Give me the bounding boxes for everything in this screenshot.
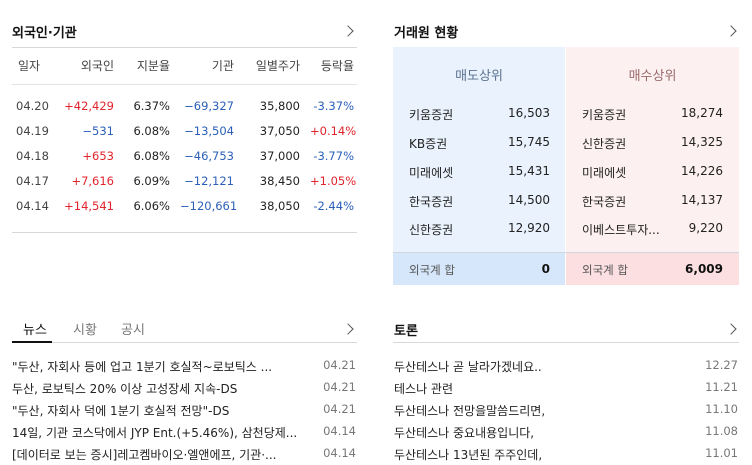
divider [12, 47, 357, 48]
discussion-date: 11.10 [705, 402, 738, 416]
chevron-right-icon[interactable] [725, 323, 737, 335]
discussion-title[interactable]: 테스나 관련 [394, 380, 684, 397]
header-price: 일별주가 [255, 59, 300, 73]
brokers-title: 거래원 현황 [394, 26, 459, 41]
tab-disclosure[interactable]: 공시 [121, 319, 145, 338]
chevron-right-icon[interactable] [342, 323, 354, 335]
foreign-inst-title: 외국인·기관 [12, 26, 77, 41]
sell-broker-name[interactable]: KB증권 [409, 135, 447, 152]
row-foreign: +14,541 [64, 199, 114, 213]
header-foreign: 외국인 [80, 59, 114, 73]
sell-broker-value: 12,920 [508, 221, 550, 235]
row-date: 04.20 [16, 99, 49, 113]
row-foreign: +42,429 [64, 99, 114, 113]
news-date: 04.14 [323, 424, 356, 438]
sell-broker-name[interactable]: 한국증권 [409, 193, 453, 210]
row-change: +1.05% [310, 174, 357, 188]
row-price: 38,050 [259, 199, 300, 213]
row-price: 37,050 [259, 124, 300, 138]
sell-total-label: 외국계 합 [409, 263, 455, 277]
buy-broker-value: 14,325 [681, 135, 723, 149]
buy-broker-value: 14,137 [681, 193, 723, 207]
row-inst: −120,661 [180, 199, 238, 213]
discussion-title[interactable]: 두산테스나 곧 날라가겠네요.. [394, 358, 684, 375]
tab-news[interactable]: 뉴스 [23, 319, 47, 338]
discussion-date: 12.27 [705, 358, 738, 372]
buy-broker-name[interactable]: 신한증권 [582, 135, 626, 152]
row-inst: −13,504 [184, 124, 234, 138]
row-ratio: 6.09% [133, 174, 170, 188]
row-price: 35,800 [259, 99, 300, 113]
news-date: 04.21 [323, 380, 356, 394]
divider [12, 84, 357, 85]
row-inst: −12,121 [184, 174, 234, 188]
header-inst: 기관 [211, 59, 234, 73]
news-title[interactable]: 14일, 기관 코스닥에서 JYP Ent.(+5.46%), 삼천당제... [12, 424, 310, 441]
buy-broker-name[interactable]: 키움증권 [582, 106, 626, 123]
chevron-right-icon[interactable] [342, 25, 354, 37]
discussion-date: 11.08 [705, 424, 738, 438]
buy-top-header: 매수상위 [628, 69, 677, 84]
row-date: 04.18 [16, 149, 49, 163]
row-foreign: +7,616 [71, 174, 114, 188]
buy-total-value: 6,009 [685, 262, 723, 276]
discussion-title: 토론 [394, 324, 418, 339]
row-change: -2.44% [313, 199, 354, 213]
row-ratio: 6.08% [133, 124, 170, 138]
chevron-right-icon[interactable] [725, 25, 737, 37]
row-price: 38,450 [259, 174, 300, 188]
divider [393, 342, 739, 343]
sell-broker-name[interactable]: 신한증권 [409, 221, 453, 238]
buy-broker-value: 14,226 [681, 164, 723, 178]
active-tab-underline [12, 341, 52, 343]
discussion-date: 11.01 [705, 446, 738, 460]
header-date: 일자 [18, 59, 41, 73]
divider [12, 232, 357, 233]
row-inst: −69,327 [184, 99, 234, 113]
sell-broker-value: 15,431 [508, 164, 550, 178]
buy-total-label: 외국계 합 [582, 263, 628, 277]
discussion-date: 11.21 [705, 380, 738, 394]
news-title[interactable]: 두산, 로보틱스 20% 이상 고성장세 지속-DS [12, 380, 310, 397]
buy-broker-name[interactable]: 미래에셋 [582, 164, 626, 181]
sell-broker-value: 15,745 [508, 135, 550, 149]
row-change: -3.77% [313, 149, 354, 163]
news-title[interactable]: [데이터로 보는 증시]레고켐바이오·엘앤에프, 기관·... [12, 446, 310, 463]
row-date: 04.17 [16, 174, 49, 188]
discussion-title[interactable]: 두산테스나 전망을말씀드리면, [394, 402, 684, 419]
buy-broker-value: 18,274 [681, 106, 723, 120]
sell-total-value: 0 [541, 262, 550, 276]
row-date: 04.19 [16, 124, 49, 138]
news-date: 04.21 [323, 358, 356, 372]
row-foreign: −531 [82, 124, 114, 138]
row-foreign: +653 [82, 149, 114, 163]
divider [393, 252, 739, 253]
header-ratio: 지분율 [136, 59, 170, 73]
news-title[interactable]: "두산, 자회사 덕에 1분기 호실적 전망"-DS [12, 402, 310, 419]
row-date: 04.14 [16, 199, 49, 213]
sell-broker-value: 14,500 [508, 193, 550, 207]
buy-broker-name[interactable]: 한국증권 [582, 193, 626, 210]
row-price: 37,000 [259, 149, 300, 163]
tab-market[interactable]: 시황 [73, 319, 97, 338]
discussion-title[interactable]: 두산테스나 13년된 주주인데, [394, 446, 684, 463]
sell-broker-value: 16,503 [508, 106, 550, 120]
row-ratio: 6.08% [133, 149, 170, 163]
row-ratio: 6.37% [133, 99, 170, 113]
sell-broker-name[interactable]: 키움증권 [409, 106, 453, 123]
row-inst: −46,753 [184, 149, 234, 163]
buy-broker-value: 9,220 [688, 221, 723, 235]
news-date: 04.21 [323, 402, 356, 416]
news-date: 04.14 [323, 446, 356, 460]
sell-top-header: 매도상위 [455, 69, 503, 84]
news-title[interactable]: "두산, 자회사 등에 업고 1분기 호실적~로보틱스 ... [12, 358, 310, 375]
sell-broker-name[interactable]: 미래에셋 [409, 164, 453, 181]
row-ratio: 6.06% [133, 199, 170, 213]
row-change: -3.37% [313, 99, 354, 113]
row-change: +0.14% [310, 124, 357, 138]
divider [12, 342, 357, 343]
discussion-title[interactable]: 두산테스나 중요내용입니다, [394, 424, 684, 441]
header-change: 등락율 [320, 59, 354, 73]
